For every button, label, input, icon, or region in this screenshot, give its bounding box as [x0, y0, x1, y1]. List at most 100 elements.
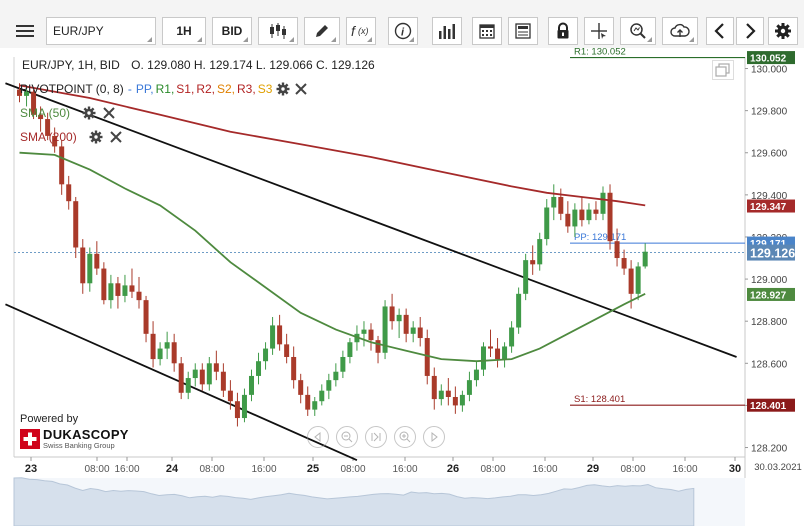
close-icon[interactable]: [294, 82, 308, 96]
candle-body: [333, 371, 339, 381]
indicators-button[interactable]: f (x): [346, 17, 376, 45]
candle-body: [284, 344, 290, 357]
x-tick-label: 30: [729, 463, 741, 475]
ohlc-values: O. 129.080 H. 129.174 L. 129.066 C. 129.…: [131, 58, 375, 72]
pivot-level-pp: PP,: [135, 82, 154, 96]
calendar-button[interactable]: [472, 17, 502, 45]
settings-button[interactable]: [768, 17, 798, 45]
candle-body: [227, 390, 233, 402]
candle-body: [635, 266, 641, 294]
instrument-label: EUR/JPY: [53, 24, 104, 38]
y-tick-label: 129.000: [751, 275, 788, 286]
candle-body: [312, 401, 318, 410]
toolbar: EUR/JPY 1H BID f (x) i: [0, 0, 804, 49]
candle-body: [586, 209, 592, 221]
candle-body: [473, 369, 479, 381]
dukascopy-logo[interactable]: DUKASCOPY: [43, 428, 129, 441]
x-tick-label: 08:00: [199, 464, 224, 475]
candle-body: [164, 342, 170, 349]
pan-left-button[interactable]: [307, 426, 329, 448]
instrument-select[interactable]: EUR/JPY: [46, 17, 156, 45]
x-tick-label: 26: [447, 463, 459, 475]
candle-body: [326, 380, 332, 391]
close-icon[interactable]: [109, 130, 123, 144]
x-tick-label: 25: [307, 463, 319, 475]
scroll-left-button[interactable]: [706, 17, 734, 45]
price-side-select[interactable]: BID: [212, 17, 252, 45]
gear-icon[interactable]: [89, 130, 103, 144]
candle-body: [213, 363, 219, 372]
candle-body: [368, 329, 374, 341]
crosshair-button[interactable]: [584, 17, 614, 45]
pivot-indicator-name[interactable]: PIVOTPOINT (0, 8): [20, 82, 124, 96]
candle: [607, 184, 613, 250]
candle-body: [417, 327, 423, 339]
export-button[interactable]: [662, 17, 698, 45]
candle-body: [502, 346, 508, 360]
sma200-legend: SMA (200): [20, 130, 123, 144]
zoom-button[interactable]: [620, 17, 656, 45]
chart-nav-controls: [307, 426, 445, 448]
candle-body: [600, 192, 606, 214]
gear-icon[interactable]: [82, 106, 96, 120]
candle-body: [143, 300, 149, 334]
candle-body: [101, 268, 107, 301]
sma200-name[interactable]: SMA (200): [20, 130, 77, 144]
x-tick-label: 23: [25, 463, 37, 475]
gear-icon[interactable]: [276, 82, 290, 96]
candle: [523, 253, 529, 301]
swiss-cross-icon: [20, 428, 40, 449]
info-button[interactable]: i: [388, 17, 418, 45]
candle-body: [438, 390, 444, 400]
candle-body: [431, 375, 437, 400]
candle-body: [150, 333, 156, 360]
pivot-level-s3: S3: [257, 82, 273, 96]
scroll-right-button[interactable]: [736, 17, 764, 45]
candle-body: [199, 369, 205, 385]
x-tick-label: 16:00: [114, 464, 139, 475]
popout-button[interactable]: [712, 60, 734, 80]
candle-body: [157, 348, 163, 360]
sma50-name[interactable]: SMA (50): [20, 106, 70, 120]
candle-body: [277, 325, 283, 345]
magnifier-icon: [630, 23, 646, 39]
dropdown-corner-icon: [647, 37, 652, 42]
triangle-left-icon: [314, 431, 321, 443]
candle-body: [445, 390, 451, 397]
zoom-in-button[interactable]: [394, 426, 416, 448]
pan-right-button[interactable]: [423, 426, 445, 448]
volume-button[interactable]: [432, 17, 462, 45]
candle-body: [389, 306, 395, 322]
calendar-icon: [479, 24, 495, 39]
branding: Powered by DUKASCOPY Swiss Banking Group: [20, 413, 129, 450]
lock-button[interactable]: [548, 17, 578, 45]
candle-body: [480, 346, 486, 370]
candle-body: [396, 314, 402, 322]
x-tick-label: 16:00: [532, 464, 557, 475]
close-icon[interactable]: [102, 106, 116, 120]
candle-body: [108, 283, 114, 301]
sma200-value-label: 129.347: [750, 202, 787, 213]
news-button[interactable]: [508, 17, 538, 45]
menu-button[interactable]: [10, 17, 40, 45]
chart-type-button[interactable]: [258, 17, 298, 45]
candle-body: [642, 251, 648, 267]
pivot-level-r1: R1,: [155, 82, 175, 96]
sma50-legend: SMA (50): [20, 106, 116, 120]
candle-body: [621, 258, 627, 269]
candle-body: [530, 260, 536, 265]
dropdown-corner-icon: [147, 37, 152, 42]
pivot-level-r2: R2,: [196, 82, 215, 96]
reset-button[interactable]: [365, 426, 387, 448]
candle-body: [185, 378, 191, 393]
candle-body: [136, 291, 142, 301]
candle-body: [509, 327, 515, 347]
drawing-tools-button[interactable]: [304, 17, 340, 45]
price-chart[interactable]: 130.000129.800129.600129.400129.200129.0…: [0, 48, 804, 526]
zoom-out-button[interactable]: [336, 426, 358, 448]
candle-body: [319, 390, 325, 402]
sma50-value-label: 128.927: [750, 290, 787, 301]
candle-body: [340, 356, 346, 372]
dropdown-corner-icon: [331, 37, 336, 42]
timeframe-select[interactable]: 1H: [162, 17, 206, 45]
